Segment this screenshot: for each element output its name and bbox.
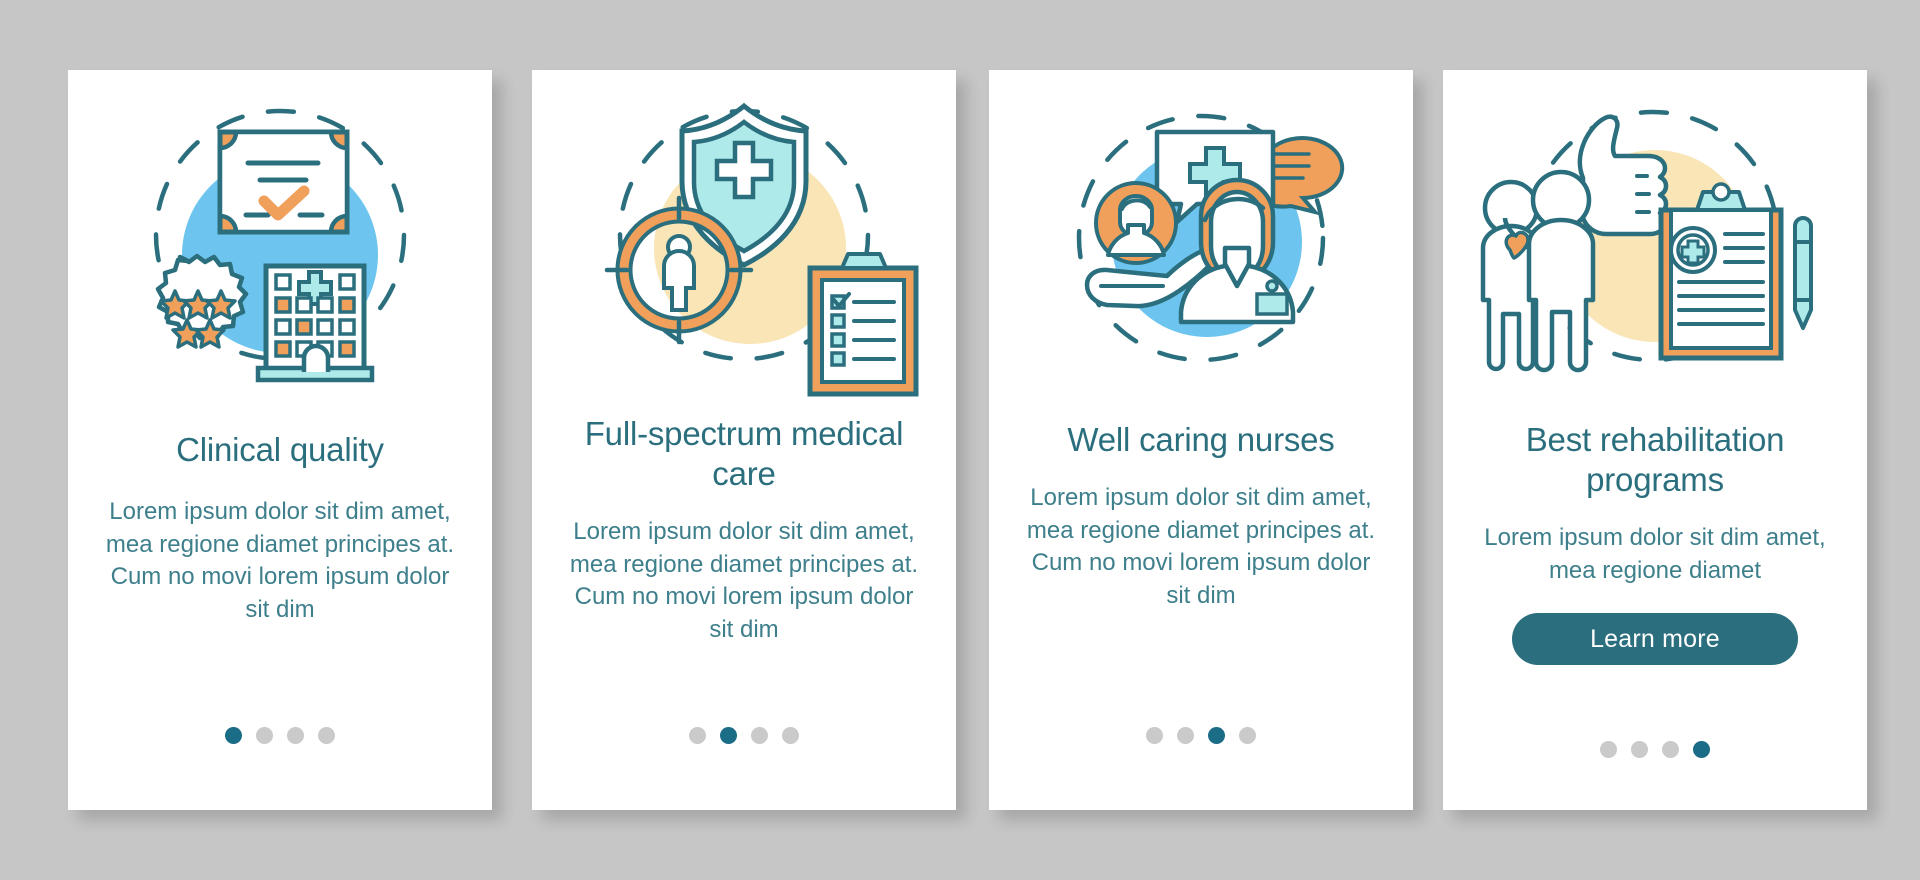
nurse-patient-chat-icon (989, 70, 1413, 400)
pagination-dot-4[interactable] (1239, 727, 1256, 744)
pagination-dots[interactable] (532, 727, 956, 744)
learn-more-button[interactable]: Learn more (1512, 613, 1798, 665)
pagination-dot-4[interactable] (318, 727, 335, 744)
pagination-dot-2[interactable] (1177, 727, 1194, 744)
pagination-dot-3[interactable] (287, 727, 304, 744)
card-title: Best rehabilitation programs (1525, 421, 1785, 498)
card-body: Lorem ipsum dolor sit dim amet, mea regi… (569, 518, 919, 643)
pagination-dot-3[interactable] (1662, 741, 1679, 758)
pagination-dot-3[interactable] (751, 727, 768, 744)
pagination-dot-4[interactable] (782, 727, 799, 744)
shield-target-checklist-icon (532, 70, 956, 400)
card-body: Lorem ipsum dolor sit dim amet, mea regi… (105, 498, 455, 623)
pagination-dot-2[interactable] (720, 727, 737, 744)
card-title: Full-spectrum medical care (584, 415, 904, 492)
pagination-dots[interactable] (1443, 741, 1867, 758)
card-title: Well caring nurses (1067, 421, 1335, 458)
pagination-dots[interactable] (989, 727, 1413, 744)
pagination-dot-3[interactable] (1208, 727, 1225, 744)
card-title: Clinical quality (176, 431, 384, 468)
pagination-dot-1[interactable] (689, 727, 706, 744)
pagination-dot-1[interactable] (1600, 741, 1617, 758)
pagination-dot-4[interactable] (1693, 741, 1710, 758)
pagination-dot-1[interactable] (225, 727, 242, 744)
card-body: Lorem ipsum dolor sit dim amet, mea regi… (1026, 484, 1376, 609)
onboarding-screens-stage: Clinical quality Lorem ipsum dolor sit d… (0, 0, 1920, 880)
onboarding-card-well-caring-nurses[interactable]: Well caring nurses Lorem ipsum dolor sit… (989, 70, 1413, 810)
pagination-dot-2[interactable] (1631, 741, 1648, 758)
onboarding-card-best-rehabilitation-programs[interactable]: Best rehabilitation programs Lorem ipsum… (1443, 70, 1867, 810)
pagination-dots[interactable] (68, 727, 492, 744)
pagination-dot-2[interactable] (256, 727, 273, 744)
onboarding-card-clinical-quality[interactable]: Clinical quality Lorem ipsum dolor sit d… (68, 70, 492, 810)
card-body: Lorem ipsum dolor sit dim amet, mea regi… (1484, 524, 1826, 584)
certificate-stars-hospital-icon (68, 70, 492, 400)
thumbs-up-patients-clipboard-icon (1443, 70, 1867, 400)
onboarding-card-full-spectrum-medical-care[interactable]: Full-spectrum medical care Lorem ipsum d… (532, 70, 956, 810)
pagination-dot-1[interactable] (1146, 727, 1163, 744)
